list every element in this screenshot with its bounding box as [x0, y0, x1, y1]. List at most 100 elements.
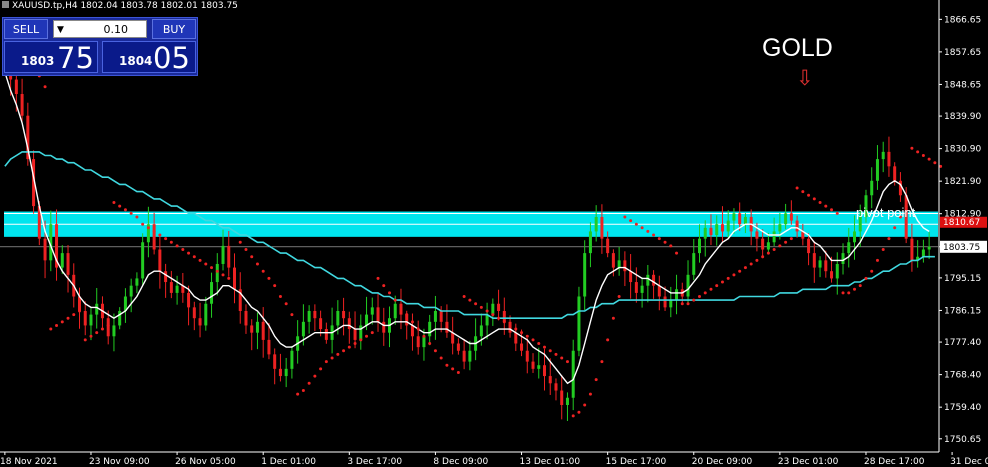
candle [376, 292, 380, 332]
candle [296, 320, 300, 364]
candle [485, 302, 489, 340]
buy-price-big: 05 [153, 41, 190, 75]
candle [818, 256, 822, 278]
candle-body [439, 310, 443, 322]
candle [451, 316, 455, 355]
sar-dot [123, 208, 127, 212]
candle [255, 312, 259, 350]
candle-body [893, 166, 897, 181]
price-tick-label: 1768.40 [944, 371, 981, 381]
candle [652, 270, 656, 299]
candle-body [548, 376, 552, 384]
sar-dot [393, 298, 397, 302]
sar-dot [66, 316, 70, 320]
candle-body [726, 220, 730, 232]
sar-dot [835, 211, 839, 215]
sar-dot [657, 237, 661, 241]
sar-dot [554, 352, 558, 356]
sar-dot [89, 334, 93, 338]
sar-dot [468, 298, 472, 302]
sar-dot [290, 313, 294, 317]
sar-dot [324, 360, 328, 364]
candle-body [887, 151, 891, 167]
sar-dot [278, 295, 282, 299]
sar-dot [853, 287, 856, 291]
price-tick-label: 1821.90 [944, 177, 981, 187]
candle-body [210, 282, 214, 304]
candle-body [313, 310, 317, 319]
sar-dot [583, 403, 587, 407]
candle [617, 246, 621, 276]
candle-body [462, 350, 466, 362]
sell-price-button[interactable]: 1803 75 [4, 41, 98, 75]
candle-body [405, 314, 409, 326]
candle [261, 307, 265, 358]
candle [887, 136, 891, 177]
candle-body [468, 350, 472, 362]
candle [164, 263, 168, 298]
sar-dot [588, 392, 592, 396]
price-tick-label: 1759.40 [944, 403, 981, 413]
candle-body [617, 260, 621, 268]
candle-body [43, 238, 47, 261]
sar-dot [577, 410, 581, 414]
price-tick-label: 1750.65 [944, 435, 981, 445]
sar-dot [502, 320, 506, 324]
sar-dot [663, 240, 667, 244]
sar-dot [365, 334, 369, 338]
sar-dot [49, 327, 53, 331]
sell-button[interactable]: SELL [4, 19, 48, 39]
time-tick-label: 20 Dec 09:00 [692, 457, 753, 467]
candle [238, 272, 242, 324]
price-tick-label: 1830.90 [944, 145, 981, 155]
sar-dot [244, 248, 248, 252]
candle-body [543, 365, 546, 377]
sar-dot [939, 164, 943, 168]
candle-body [376, 307, 380, 322]
sar-dot [933, 161, 937, 165]
lot-size-input[interactable]: ▼ 0.10 [53, 20, 147, 38]
candle-body [382, 321, 386, 333]
sar-dot [388, 291, 391, 295]
sar-dot [847, 291, 851, 295]
sar-dot [778, 244, 782, 248]
lot-dropdown-icon[interactable]: ▼ [57, 21, 64, 39]
candle [692, 239, 696, 281]
sar-dot [410, 320, 414, 324]
sar-dot [841, 291, 845, 295]
price-tick-label: 1848.65 [944, 80, 981, 90]
candle-body [433, 310, 437, 322]
buy-price-small: 1804 [119, 54, 153, 68]
candle-body [66, 253, 70, 275]
candle-body [870, 180, 874, 196]
sar-dot [916, 150, 920, 154]
candle [227, 230, 231, 277]
candle-body [273, 354, 277, 369]
candle [497, 289, 501, 321]
chart-symbol-icon [2, 1, 9, 8]
buy-price-button[interactable]: 1804 05 [102, 41, 196, 75]
sar-dot [250, 255, 254, 259]
candle-body [169, 282, 173, 293]
candle-body [560, 390, 564, 405]
candle-body [152, 224, 156, 250]
sar-dot [807, 193, 811, 197]
candle [445, 304, 449, 338]
candle-body [164, 271, 168, 283]
candle-body [743, 216, 747, 225]
candle-body [451, 332, 455, 344]
price-tick-label: 1857.65 [944, 48, 981, 58]
candle-body [485, 314, 489, 326]
candle-body [89, 314, 93, 326]
sar-dot [766, 251, 770, 255]
candle-body [353, 329, 357, 340]
candle-body [675, 289, 679, 301]
sar-dot [738, 269, 742, 273]
candle [135, 272, 139, 294]
buy-button[interactable]: BUY [152, 19, 196, 39]
candle-body [571, 350, 575, 398]
time-tick-label: 23 Dec 01:00 [778, 457, 839, 467]
candle-body [755, 231, 759, 239]
candle [875, 145, 879, 190]
candle-body [514, 332, 518, 344]
